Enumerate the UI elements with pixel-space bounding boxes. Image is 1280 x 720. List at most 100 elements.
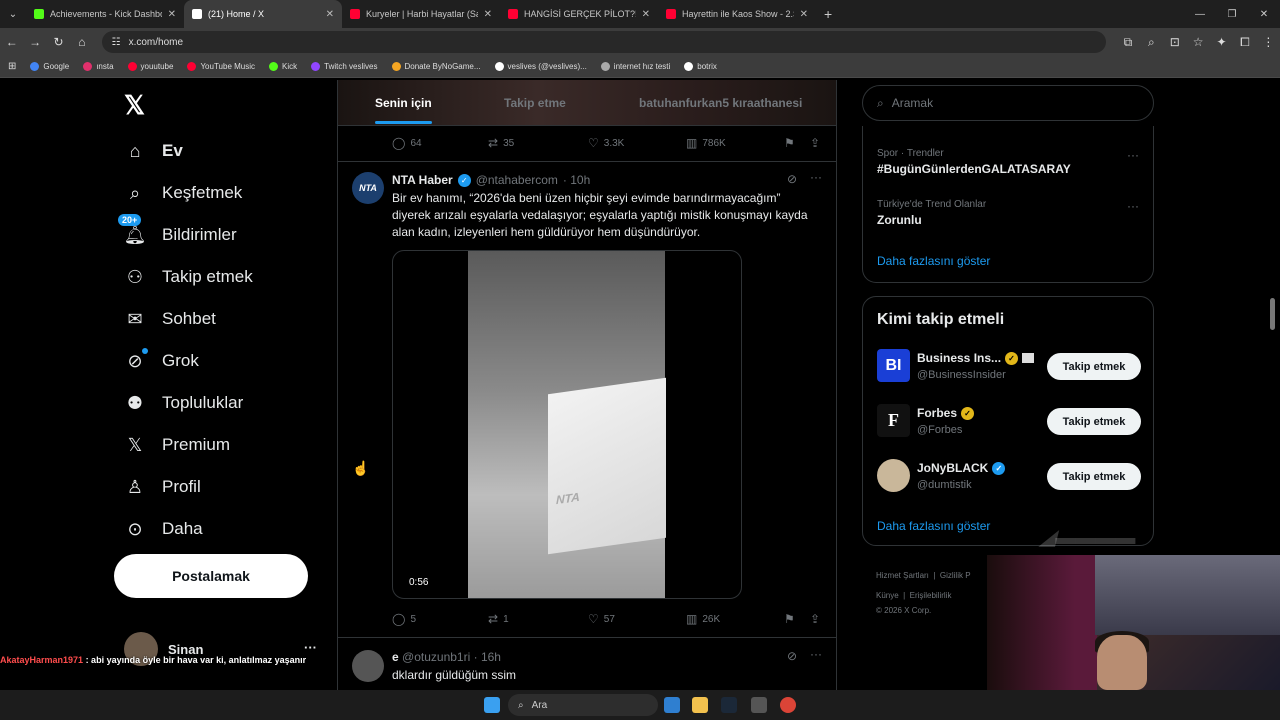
views-button[interactable]: ▥ 786K (686, 136, 726, 150)
views-button[interactable]: ▥ 26K (686, 612, 720, 626)
install-icon[interactable]: ⊡ (1163, 35, 1186, 49)
follow-button[interactable]: Takip etmek (1047, 353, 1141, 380)
author-handle[interactable]: @ntahabercom (476, 173, 558, 187)
nav-notifications[interactable]: 🔔︎ 20+ Bildirimler (118, 214, 237, 246)
show-more-link[interactable]: Daha fazlasını göster (877, 519, 990, 533)
bookmark[interactable]: YouTube Music (187, 62, 255, 71)
follow-button[interactable]: Takip etmek (1047, 463, 1141, 490)
tab-for-you[interactable]: Senin için (375, 80, 432, 126)
nav-explore[interactable]: ⌕ Keşfetmek (124, 182, 242, 204)
author-handle[interactable]: @otuzunb1ri (402, 650, 470, 664)
share-icon[interactable]: ⇪ (810, 612, 820, 626)
browser-tab[interactable]: Kuryeler | Harbi Hayatlar (Sansü ✕ (342, 0, 500, 28)
extension-icon[interactable]: ✦ (1210, 35, 1233, 49)
close-icon[interactable]: ✕ (800, 9, 808, 20)
forward-icon[interactable]: → (23, 35, 46, 49)
tab-list[interactable]: batuhanfurkan5 kıraathanesi (639, 80, 802, 126)
steam-icon[interactable] (721, 697, 737, 713)
star-icon[interactable]: ☆ (1186, 35, 1209, 49)
more-options-icon[interactable]: ··· (304, 640, 317, 655)
browser-tab[interactable]: HANGİSİ GERÇEK PİLOT?! ft. @/ ✕ (500, 0, 658, 28)
show-more-link[interactable]: Daha fazlasını göster (877, 254, 990, 268)
reload-icon[interactable]: ↻ (47, 35, 70, 49)
bookmark[interactable]: ınsta (83, 62, 114, 71)
bookmark[interactable]: Google (30, 62, 69, 71)
close-window-icon[interactable]: ✕ (1248, 0, 1280, 28)
bookmark-icon[interactable]: ⚑ (784, 136, 795, 150)
scrollbar[interactable] (1270, 298, 1275, 330)
more-options-icon[interactable]: ··· (1127, 148, 1139, 162)
like-button[interactable]: ♡ 3.3K (588, 136, 624, 150)
bookmark-icon[interactable]: ⚑ (784, 612, 795, 626)
chrome-icon[interactable] (780, 697, 796, 713)
search-input[interactable]: ⌕ Aramak (862, 85, 1154, 121)
apps-icon[interactable]: ⊞ (8, 61, 16, 72)
close-icon[interactable]: ✕ (642, 9, 650, 20)
reply-button[interactable]: ◯ 5 (392, 612, 416, 626)
nav-more[interactable]: ⊙ Daha (124, 518, 202, 540)
close-icon[interactable]: ✕ (326, 9, 334, 20)
bookmark[interactable]: internet hız testi (600, 62, 670, 71)
suggested-account[interactable]: BI Business Ins... ✓ @BusinessInsider Tak… (877, 349, 1141, 389)
repost-button[interactable]: ⇄ 1 (488, 612, 509, 626)
x-logo-icon[interactable]: 𝕏 (124, 90, 145, 121)
trend-item[interactable]: Türkiye'de Trend Olanlar Zorunlu ··· (877, 199, 1139, 227)
footer-link[interactable]: Gizlilik P (940, 571, 971, 580)
author-name[interactable]: NTA Haber (392, 173, 453, 187)
bookmark[interactable]: youutube (127, 62, 173, 71)
zoom-icon[interactable]: ⌕ (1140, 35, 1163, 50)
more-options-icon[interactable]: ··· (1127, 199, 1139, 213)
close-icon[interactable]: ✕ (484, 9, 492, 20)
nav-profile[interactable]: ♙ Profil (124, 476, 201, 498)
url-field[interactable]: ☷ x.com/home (101, 31, 1107, 53)
nav-communities[interactable]: ⚉ Topluluklar (124, 392, 243, 414)
file-explorer-icon[interactable] (692, 697, 708, 713)
suggested-account[interactable]: F Forbes ✓ @Forbes Takip etmek (877, 404, 1141, 444)
bookmark[interactable]: botrix (684, 62, 717, 71)
avatar[interactable]: NTA (352, 172, 384, 204)
footer-link[interactable]: Hizmet Şartları (876, 571, 929, 580)
minimize-icon[interactable]: — (1184, 0, 1216, 28)
more-options-icon[interactable]: ··· (810, 647, 822, 661)
browser-tab[interactable]: Achievements - Kick Dashboard ✕ (26, 0, 184, 28)
extensions-icon[interactable]: ⧠ (1233, 35, 1256, 50)
nav-chat[interactable]: ✉ Sohbet (124, 308, 215, 330)
widgets-icon[interactable] (664, 697, 680, 713)
reply-button[interactable]: ◯ 64 (392, 136, 422, 150)
tweet-time[interactable]: · 10h (563, 173, 590, 187)
author-name[interactable]: e (392, 650, 399, 664)
grok-icon[interactable]: ⊘ (787, 172, 797, 186)
nav-home[interactable]: ⌂ Ev (124, 140, 183, 162)
translate-icon[interactable]: ⧉ (1116, 35, 1139, 50)
like-button[interactable]: ♡ 57 (588, 612, 615, 626)
avatar[interactable] (352, 650, 384, 682)
restore-icon[interactable]: ❐ (1216, 0, 1248, 28)
footer-link[interactable]: Künye (876, 591, 899, 600)
menu-icon[interactable]: ⋮ (1257, 35, 1280, 49)
post-button[interactable]: Postalamak (114, 554, 308, 598)
share-icon[interactable]: ⇪ (810, 136, 820, 150)
back-icon[interactable]: ← (0, 35, 23, 49)
grok-icon[interactable]: ⊘ (787, 649, 797, 663)
close-icon[interactable]: ✕ (168, 9, 176, 20)
site-info-icon[interactable]: ☷ (112, 37, 121, 48)
home-page-icon[interactable]: ⌂ (70, 35, 93, 49)
bookmark[interactable]: Twitch veslives (311, 62, 378, 71)
new-tab-button[interactable]: + (824, 6, 832, 22)
browser-tab[interactable]: Hayrettin ile Kaos Show - 2.Sez ✕ (658, 0, 816, 28)
repost-button[interactable]: ⇄ 35 (488, 136, 514, 150)
nav-follow[interactable]: ⚇ Takip etmek (124, 266, 253, 288)
trend-item[interactable]: Spor · Trendler #BugünGünlerdenGALATASAR… (877, 148, 1139, 176)
tweet-time[interactable]: · 16h (474, 650, 501, 664)
suggested-account[interactable]: JoNyBLACK ✓ @dumtistik Takip etmek (877, 459, 1141, 499)
bookmark[interactable]: Kick (269, 62, 297, 71)
video-player[interactable]: NTA 0:56 (392, 250, 742, 599)
more-options-icon[interactable]: ··· (810, 170, 822, 184)
taskbar-search[interactable]: ⌕ Ara (508, 694, 658, 716)
tab-following[interactable]: Takip etme (504, 80, 566, 126)
app-icon[interactable] (751, 697, 767, 713)
tab-search-icon[interactable]: ⌄ (0, 9, 26, 20)
follow-button[interactable]: Takip etmek (1047, 408, 1141, 435)
bookmark[interactable]: veslives (@veslives)... (494, 62, 587, 71)
footer-link[interactable]: Erişilebilirlik (910, 591, 952, 600)
